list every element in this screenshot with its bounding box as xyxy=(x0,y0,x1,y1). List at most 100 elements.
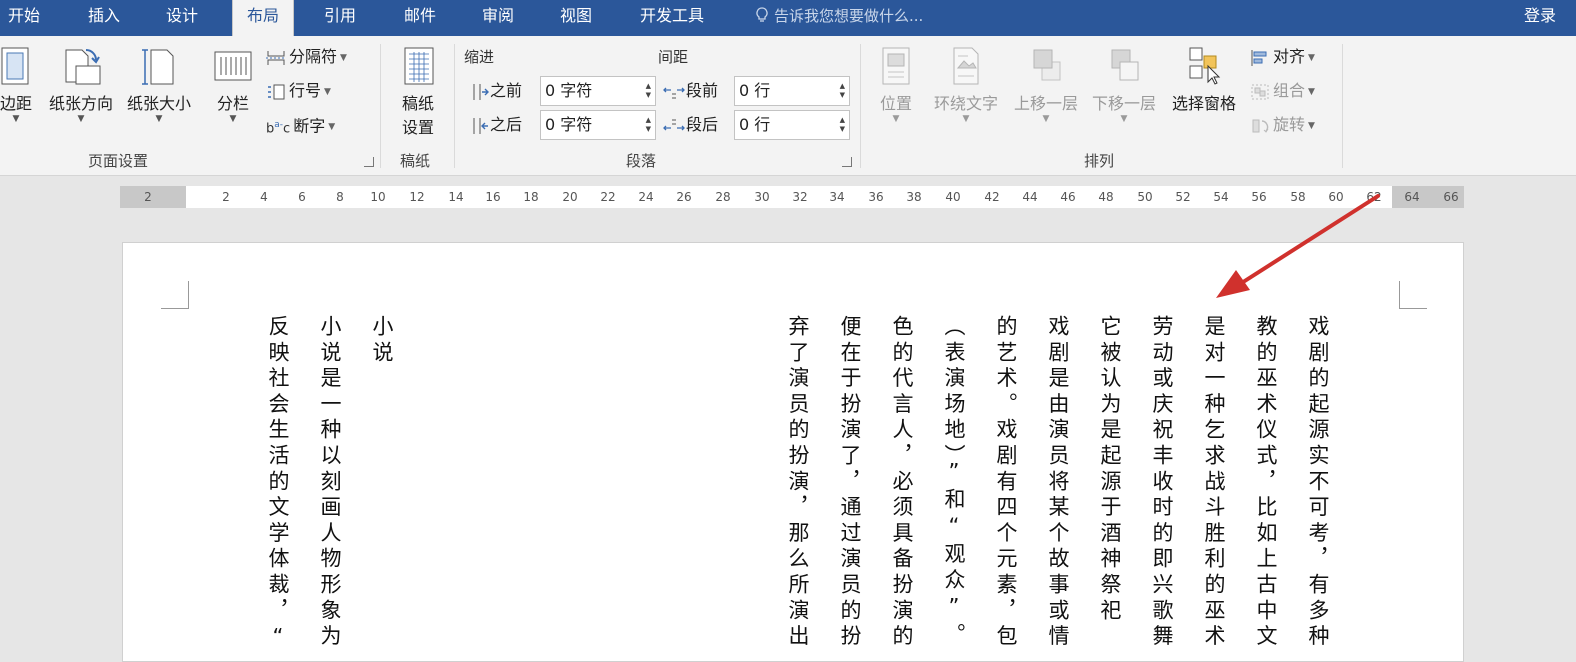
draft-settings-button[interactable]: 稿纸 设置 xyxy=(394,44,442,138)
spin-down-icon[interactable]: ▼ xyxy=(646,125,651,134)
breaks-button[interactable]: 分隔符 ▼ xyxy=(266,44,347,70)
orientation-button[interactable]: 纸张方向 ▼ xyxy=(44,44,118,124)
paragraph-launcher-icon[interactable] xyxy=(842,157,852,167)
ribbon-tab-bar: 开始 插入 设计 布局 引用 邮件 审阅 视图 开发工具 告诉我您想要做什么..… xyxy=(0,0,1576,36)
group-label-draft: 稿纸 xyxy=(400,152,431,170)
tell-me-search[interactable]: 告诉我您想要做什么... xyxy=(756,0,923,34)
text-column[interactable]: （表演场地）”和“观众”。 xyxy=(942,315,966,649)
space-after-input[interactable]: 0 行 ▲ ▼ xyxy=(734,110,850,140)
login-button[interactable]: 登录 xyxy=(1524,0,1556,34)
text-column[interactable]: 戏剧的起源实不可考，有多种 xyxy=(1306,315,1330,650)
indent-right-icon xyxy=(473,117,488,134)
rotate-button[interactable]: 旋转 ▼ xyxy=(1250,112,1315,138)
tab-view[interactable]: 视图 xyxy=(560,0,592,34)
space-before-input[interactable]: 0 行 ▲ ▼ xyxy=(734,76,850,106)
tab-mailings[interactable]: 邮件 xyxy=(404,0,436,34)
tab-references[interactable]: 引用 xyxy=(324,0,356,34)
line-numbers-button[interactable]: 行号 ▼ xyxy=(266,78,331,104)
margins-button[interactable]: 边距 ▼ xyxy=(0,44,38,124)
size-button[interactable]: 纸张大小 ▼ xyxy=(122,44,196,124)
ruler-tick: 58 xyxy=(1290,190,1306,204)
send-backward-button[interactable]: 下移一层 ▼ xyxy=(1086,44,1162,124)
text-column[interactable]: 弃了演员的扮演，那么所演出 xyxy=(786,315,810,650)
ruler-tick: 38 xyxy=(906,190,922,204)
tab-design[interactable]: 设计 xyxy=(166,0,198,34)
spin-down-icon[interactable]: ▼ xyxy=(840,125,845,134)
horizontal-ruler[interactable]: 2 2 4 6 8 10 12 14 16 18 20 22 24 26 28 30 32 34 36 38 40 42 4… xyxy=(120,186,1464,208)
bring-forward-button[interactable]: 上移一层 ▼ xyxy=(1008,44,1084,124)
ruler-tick: 56 xyxy=(1251,190,1267,204)
selection-pane-button[interactable]: 选择窗格 xyxy=(1166,44,1242,114)
text-column[interactable]: 劳动或庆祝丰收时的即兴歌舞 xyxy=(1150,315,1174,650)
page-break-icon xyxy=(266,50,286,65)
bring-forward-label: 上移一层 xyxy=(1013,94,1078,113)
group-objects-label: 组合 xyxy=(1273,81,1306,100)
page-size-icon xyxy=(142,49,174,85)
indent-after-input[interactable]: 0 字符 ▲ ▼ xyxy=(540,110,656,140)
chevron-down-icon: ▼ xyxy=(1308,86,1315,97)
size-label: 纸张大小 xyxy=(126,94,191,113)
spin-up-icon[interactable]: ▲ xyxy=(840,82,845,91)
ruler-tick: 54 xyxy=(1213,190,1229,204)
page-setup-launcher-icon[interactable] xyxy=(364,157,374,167)
ruler-tick: 18 xyxy=(523,190,539,204)
indent-before-value: 0 字符 xyxy=(545,81,593,100)
space-after-text: 段后 xyxy=(686,115,719,134)
spin-up-icon[interactable]: ▲ xyxy=(840,116,845,125)
spacing-header: 间距 xyxy=(658,48,689,66)
text-column[interactable]: 反映社会生活的文学体裁，“ xyxy=(266,315,290,653)
indent-header: 缩进 xyxy=(464,48,495,66)
spin-down-icon[interactable]: ▼ xyxy=(840,91,845,100)
text-column[interactable]: 便在于扮演了，通过演员的扮 xyxy=(838,315,862,650)
space-before-value: 0 行 xyxy=(739,81,771,100)
position-button[interactable]: 位置 ▼ xyxy=(872,44,920,124)
text-column[interactable]: 是对一种乞求战斗胜利的巫术 xyxy=(1202,315,1226,650)
chevron-down-icon: ▼ xyxy=(155,114,163,124)
tell-me-text: 告诉我您想要做什么... xyxy=(774,7,924,25)
spin-down-icon[interactable]: ▼ xyxy=(646,91,651,100)
hyphenation-icon: ba-c xyxy=(266,120,291,137)
text-column[interactable]: 小说 xyxy=(370,315,394,367)
indent-after-label: 之后 xyxy=(470,110,522,140)
document-page[interactable]: 戏剧的起源实不可考，有多种 教的巫术仪式，比如上古中文 是对一种乞求战斗胜利的巫术 劳… xyxy=(122,242,1464,662)
send-backward-icon xyxy=(1111,49,1139,81)
hyphenation-button[interactable]: ba-c 断字 ▼ xyxy=(266,112,335,138)
ruler-tick: 24 xyxy=(638,190,654,204)
ruler-tick: 34 xyxy=(829,190,845,204)
align-icon xyxy=(1251,49,1267,66)
ruler-tick: 2 xyxy=(222,190,230,204)
chevron-down-icon: ▼ xyxy=(1042,114,1050,124)
columns-icon xyxy=(214,51,252,81)
chevron-down-icon: ▼ xyxy=(324,86,331,97)
tab-developer[interactable]: 开发工具 xyxy=(640,0,704,34)
text-column[interactable]: 小说是一种以刻画人物形象为 xyxy=(318,315,342,650)
selection-pane-icon xyxy=(1189,47,1221,85)
tab-review[interactable]: 审阅 xyxy=(482,0,514,34)
draft-settings-label-1: 稿纸 xyxy=(401,94,434,113)
align-button[interactable]: 对齐 ▼ xyxy=(1250,44,1315,70)
tab-insert[interactable]: 插入 xyxy=(88,0,120,34)
text-column[interactable]: 它被认为是起源于酒神祭祀 xyxy=(1098,315,1122,625)
ruler-tick: 6 xyxy=(298,190,306,204)
group-objects-button[interactable]: 组合 ▼ xyxy=(1250,78,1315,104)
tab-home[interactable]: 开始 xyxy=(8,0,40,34)
text-column[interactable]: 教的巫术仪式，比如上古中文 xyxy=(1254,315,1278,650)
tab-layout[interactable]: 布局 xyxy=(232,0,295,36)
ruler-tick: 28 xyxy=(715,190,731,204)
indent-after-value: 0 字符 xyxy=(545,115,593,134)
text-column[interactable]: 色的代言人，必须具备扮演的 xyxy=(890,315,914,650)
indent-before-input[interactable]: 0 字符 ▲ ▼ xyxy=(540,76,656,106)
group-divider xyxy=(860,44,861,168)
ruler-tick: 44 xyxy=(1022,190,1038,204)
text-column[interactable]: 的艺术。戏剧有四个元素，包 xyxy=(994,315,1018,650)
group-label-arrange: 排列 xyxy=(1084,152,1115,170)
wrap-text-button[interactable]: 环绕文字 ▼ xyxy=(928,44,1004,124)
columns-button[interactable]: 分栏 ▼ xyxy=(206,44,260,124)
ruler-tick: 14 xyxy=(448,190,464,204)
spin-up-icon[interactable]: ▲ xyxy=(646,82,651,91)
margins-label: 边距 xyxy=(0,94,32,113)
group-label-paragraph: 段落 xyxy=(626,152,657,170)
spin-up-icon[interactable]: ▲ xyxy=(646,116,651,125)
text-column[interactable]: 戏剧是由演员将某个故事或情 xyxy=(1046,315,1070,650)
ruler-tick: 36 xyxy=(868,190,884,204)
